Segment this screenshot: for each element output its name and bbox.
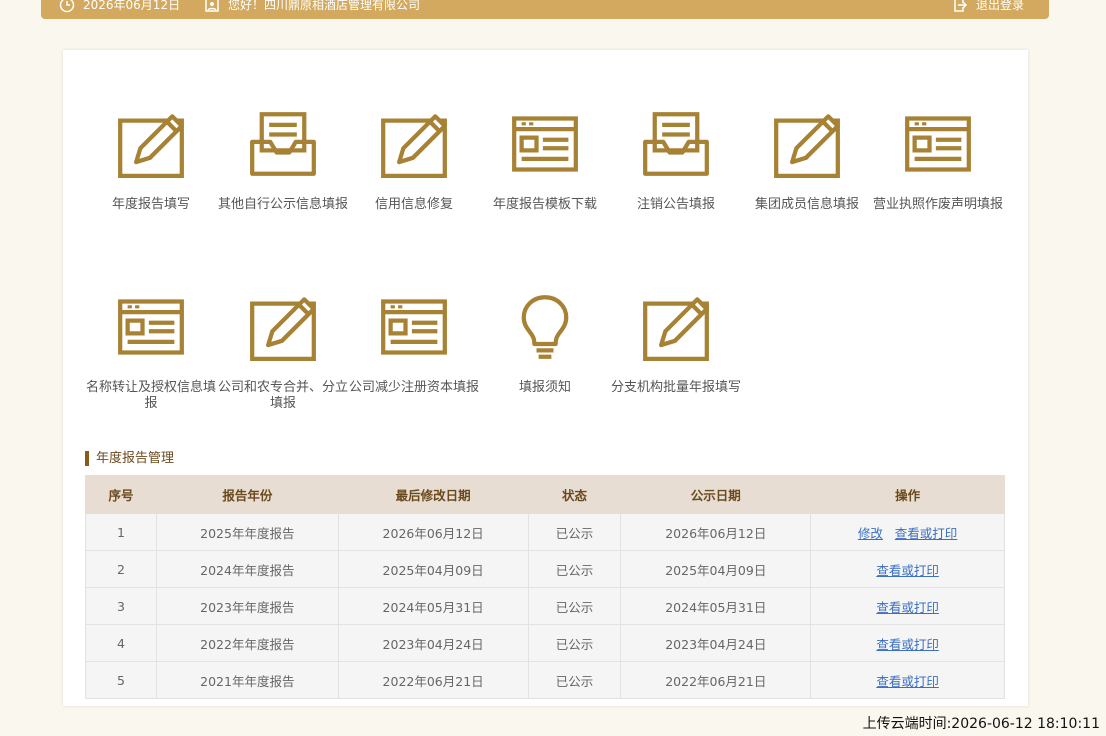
cell-modified: 2022年06月21日 bbox=[337, 661, 529, 699]
view-print-link[interactable]: 查看或打印 bbox=[876, 674, 939, 689]
table-header-row: 序号 报告年份 最后修改日期 状态 公示日期 操作 bbox=[85, 475, 1005, 514]
tile-label: 填报须知 bbox=[518, 380, 571, 395]
section-title: 年度报告管理 bbox=[85, 451, 174, 466]
cell-published: 2024年05月31日 bbox=[620, 587, 812, 625]
edit-icon bbox=[381, 114, 447, 178]
tile-label: 年度报告填写 bbox=[111, 197, 190, 212]
header-status: 状态 bbox=[527, 475, 622, 514]
upload-time: 上传云端时间:2026-06-12 18:10:11 bbox=[862, 716, 1100, 732]
inbox-icon bbox=[643, 112, 709, 176]
cell-actions: 查看或打印 bbox=[810, 587, 1005, 625]
edit-icon bbox=[250, 297, 316, 361]
cell-modified: 2023年04月24日 bbox=[337, 624, 529, 662]
cell-actions: 查看或打印 bbox=[810, 624, 1005, 662]
cell-no: 5 bbox=[85, 661, 157, 699]
tile-4[interactable]: 年度报告模板下载 bbox=[475, 110, 615, 213]
view-print-link[interactable]: 查看或打印 bbox=[895, 526, 958, 541]
header-published: 公示日期 bbox=[620, 475, 812, 514]
tile-12[interactable]: 分支机构批量年报填写 bbox=[606, 293, 746, 396]
edit-link[interactable]: 修改 bbox=[858, 526, 883, 541]
tile-label: 年度报告模板下载 bbox=[492, 197, 597, 212]
tile-9[interactable]: 公司和农专合并、分立填报 bbox=[213, 293, 353, 412]
tile-label: 分支机构批量年报填写 bbox=[610, 380, 741, 395]
edit-icon bbox=[643, 297, 709, 361]
table-row: 2 2024年年度报告 2025年04月09日 已公示 2025年04月09日 … bbox=[85, 550, 1005, 588]
header-modified: 最后修改日期 bbox=[337, 475, 529, 514]
clock-icon bbox=[59, 0, 75, 13]
view-print-link[interactable]: 查看或打印 bbox=[876, 600, 939, 615]
header-no: 序号 bbox=[85, 475, 157, 514]
cell-status: 已公示 bbox=[527, 550, 622, 588]
cell-actions: 查看或打印 bbox=[810, 661, 1005, 699]
greeting-display: 您好！四川鼎原相酒店管理有限公司 bbox=[204, 0, 420, 13]
cell-no: 3 bbox=[85, 587, 157, 625]
cell-actions: 查看或打印 bbox=[810, 550, 1005, 588]
tile-label: 公司和农专合并、分立填报 bbox=[217, 380, 348, 411]
edit-icon bbox=[774, 114, 840, 178]
annual-report-table: 序号 报告年份 最后修改日期 状态 公示日期 操作 1 2025年年度报告 20… bbox=[85, 475, 1005, 699]
tile-5[interactable]: 注销公告填报 bbox=[606, 110, 746, 213]
tile-7[interactable]: 营业执照作废声明填报 bbox=[868, 110, 1008, 213]
cell-actions: 修改 查看或打印 bbox=[810, 513, 1005, 551]
lightbulb-icon bbox=[521, 295, 569, 359]
tile-11[interactable]: 填报须知 bbox=[475, 293, 615, 396]
cell-year: 2023年年度报告 bbox=[155, 587, 339, 625]
form-icon bbox=[905, 116, 971, 172]
form-icon bbox=[512, 116, 578, 172]
logout-label: 退出登录 bbox=[976, 0, 1025, 12]
cell-no: 4 bbox=[85, 624, 157, 662]
cell-status: 已公示 bbox=[527, 587, 622, 625]
tile-label: 其他自行公示信息填报 bbox=[217, 197, 348, 212]
greeting-text: 您好！四川鼎原相酒店管理有限公司 bbox=[228, 0, 421, 12]
tile-8[interactable]: 名称转让及授权信息填报 bbox=[81, 293, 221, 412]
tile-label: 名称转让及授权信息填报 bbox=[85, 380, 216, 411]
tile-3[interactable]: 信用信息修复 bbox=[344, 110, 484, 213]
view-print-link[interactable]: 查看或打印 bbox=[876, 563, 939, 578]
date-display: 2026年06月12日 bbox=[59, 0, 180, 13]
main-card: 年度报告填写 其他自行公示信息填报 信用信息修复 年度报告模板下载 注销公告填报 集团成员… bbox=[63, 50, 1028, 706]
tile-label: 信用信息修复 bbox=[374, 197, 453, 212]
form-icon bbox=[381, 299, 447, 355]
tile-10[interactable]: 公司减少注册资本填报 bbox=[344, 293, 484, 396]
user-card-icon bbox=[205, 0, 219, 12]
table-row: 4 2022年年度报告 2023年04月24日 已公示 2023年04月24日 … bbox=[85, 624, 1005, 662]
header-year: 报告年份 bbox=[155, 475, 339, 514]
cell-modified: 2026年06月12日 bbox=[337, 513, 529, 551]
inbox-icon bbox=[250, 112, 316, 176]
table-row: 1 2025年年度报告 2026年06月12日 已公示 2026年06月12日 … bbox=[85, 513, 1005, 551]
cell-published: 2026年06月12日 bbox=[620, 513, 812, 551]
edit-icon bbox=[118, 114, 184, 178]
tile-label: 营业执照作废声明填报 bbox=[872, 197, 1003, 212]
tile-1[interactable]: 年度报告填写 bbox=[81, 110, 221, 213]
cell-published: 2022年06月21日 bbox=[620, 661, 812, 699]
cell-year: 2021年年度报告 bbox=[155, 661, 339, 699]
tile-label: 注销公告填报 bbox=[636, 197, 715, 212]
tile-2[interactable]: 其他自行公示信息填报 bbox=[213, 110, 353, 213]
cell-year: 2024年年度报告 bbox=[155, 550, 339, 588]
header-actions: 操作 bbox=[810, 475, 1005, 514]
cell-no: 2 bbox=[85, 550, 157, 588]
tile-6[interactable]: 集团成员信息填报 bbox=[737, 110, 877, 213]
logout-button[interactable]: 退出登录 bbox=[952, 0, 1024, 13]
date-text: 2026年06月12日 bbox=[83, 0, 181, 12]
cell-published: 2023年04月24日 bbox=[620, 624, 812, 662]
cell-published: 2025年04月09日 bbox=[620, 550, 812, 588]
cell-status: 已公示 bbox=[527, 513, 622, 551]
cell-year: 2022年年度报告 bbox=[155, 624, 339, 662]
tile-label: 集团成员信息填报 bbox=[754, 197, 859, 212]
form-icon bbox=[118, 299, 184, 355]
cell-no: 1 bbox=[85, 513, 157, 551]
cell-modified: 2025年04月09日 bbox=[337, 550, 529, 588]
view-print-link[interactable]: 查看或打印 bbox=[876, 637, 939, 652]
tile-label: 公司减少注册资本填报 bbox=[348, 380, 479, 395]
table-row: 3 2023年年度报告 2024年05月31日 已公示 2024年05月31日 … bbox=[85, 587, 1005, 625]
logout-icon bbox=[954, 0, 968, 12]
cell-year: 2025年年度报告 bbox=[155, 513, 339, 551]
cell-status: 已公示 bbox=[527, 661, 622, 699]
table-row: 5 2021年年度报告 2022年06月21日 已公示 2022年06月21日 … bbox=[85, 661, 1005, 699]
cell-status: 已公示 bbox=[527, 624, 622, 662]
top-bar: 2026年06月12日 您好！四川鼎原相酒店管理有限公司 退出登录 bbox=[41, 0, 1049, 19]
cell-modified: 2024年05月31日 bbox=[337, 587, 529, 625]
